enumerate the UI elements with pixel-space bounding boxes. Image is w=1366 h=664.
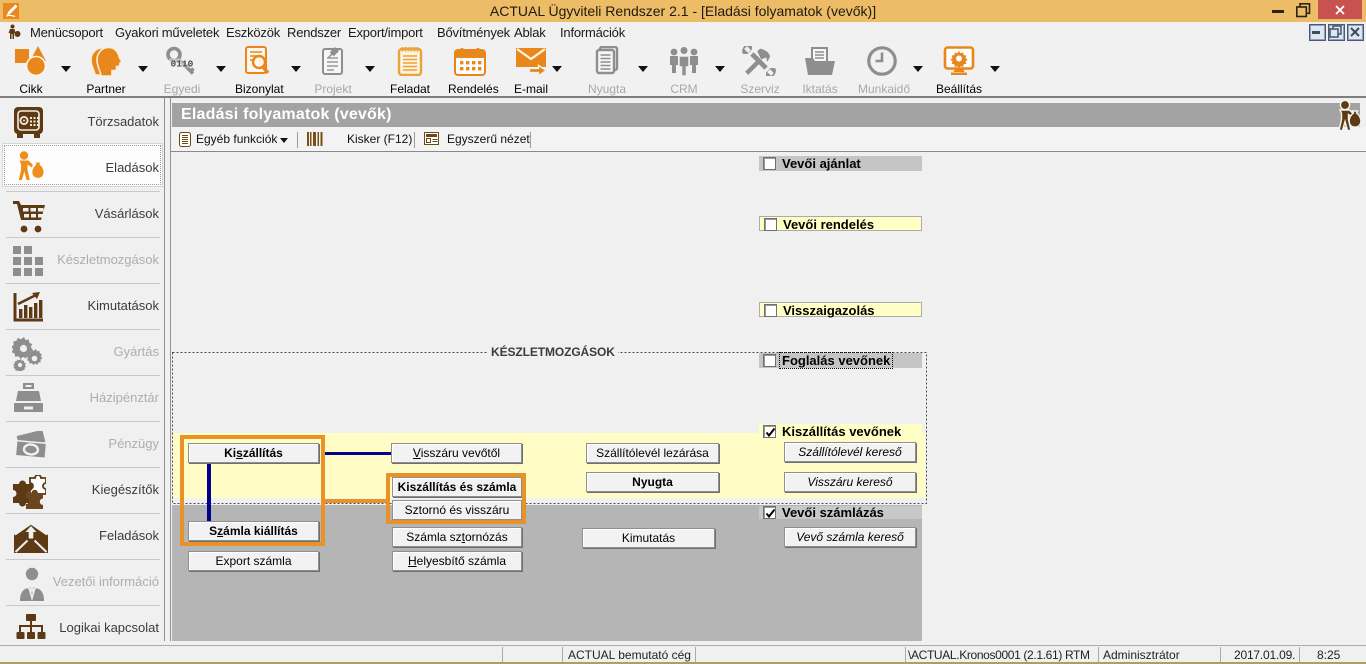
svg-text:0110: 0110 xyxy=(171,59,194,70)
